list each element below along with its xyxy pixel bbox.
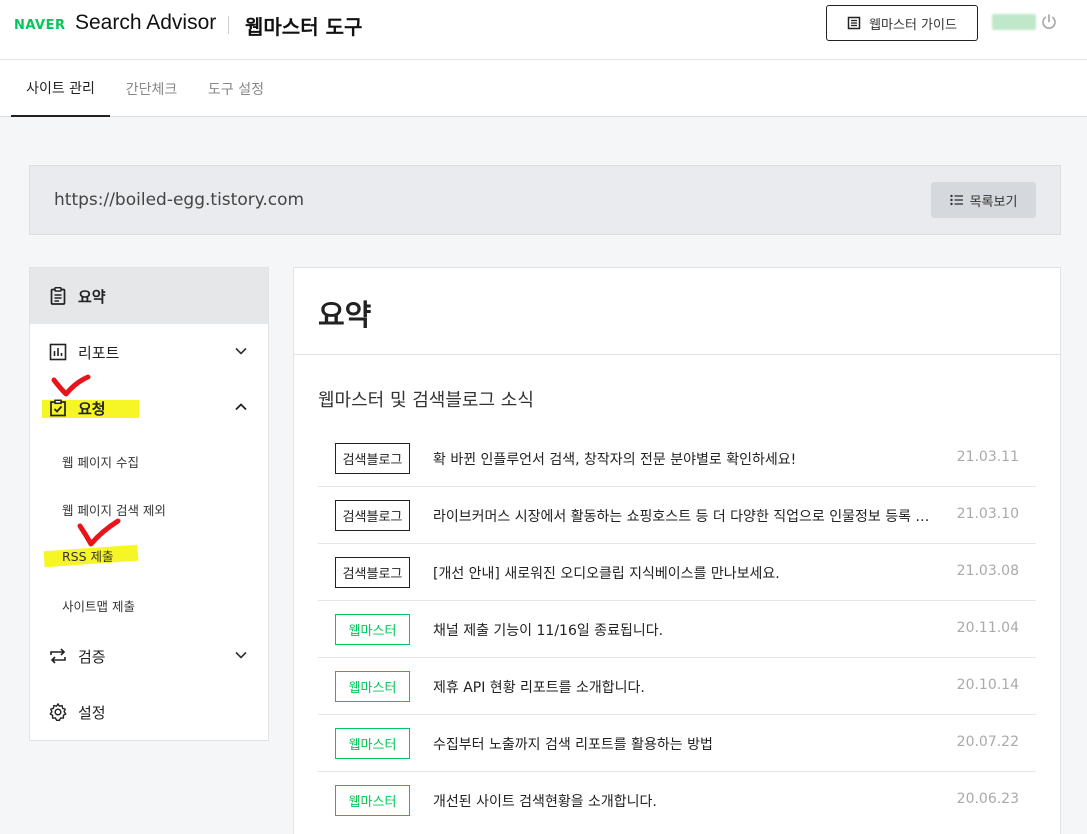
sidebar-item-request[interactable]: 요청 bbox=[30, 380, 268, 436]
repeat-icon bbox=[50, 648, 66, 664]
guide-button-label: 웹마스터 가이드 bbox=[869, 17, 957, 33]
news-badge: 웹마스터 bbox=[335, 614, 410, 645]
news-row[interactable]: 웹마스터 수집부터 노출까지 검색 리포트를 활용하는 방법 20.07.22 bbox=[318, 715, 1036, 772]
sidebar-item-report[interactable]: 리포트 bbox=[30, 324, 268, 380]
page-title: 요약 bbox=[318, 298, 372, 332]
webmaster-page: NAVER Search Advisor 웹마스터 도구 웹마스터 가이드 사이… bbox=[0, 0, 1087, 834]
news-link[interactable]: 확 바뀐 인플루언서 검색, 창작자의 전문 분야별로 확인하세요! bbox=[433, 449, 933, 469]
site-url-bar: https://boiled-egg.tistory.com 목록보기 bbox=[29, 165, 1061, 235]
list-view-label: 목록보기 bbox=[969, 194, 1018, 210]
sidebar-item-label: 검증 bbox=[78, 647, 106, 666]
news-row[interactable]: 웹마스터 제휴 API 현황 리포트를 소개합니다. 20.10.14 bbox=[318, 658, 1036, 715]
sidebar-item-verify[interactable]: 검증 bbox=[30, 628, 268, 684]
list-icon bbox=[949, 194, 963, 206]
webmaster-guide-button[interactable]: 웹마스터 가이드 bbox=[826, 5, 978, 41]
chevron-down-icon bbox=[235, 347, 247, 355]
user-account[interactable] bbox=[992, 14, 1036, 30]
chevron-up-icon bbox=[235, 403, 247, 411]
tab-simple-check[interactable]: 간단체크 bbox=[113, 60, 190, 117]
news-date: 20.11.04 bbox=[956, 620, 1019, 636]
news-row[interactable]: 검색블로그 [개선 안내] 새로워진 오디오클립 지식베이스를 만나보세요. 2… bbox=[318, 544, 1036, 601]
clipboard-icon bbox=[50, 287, 66, 305]
news-date: 20.10.14 bbox=[956, 677, 1019, 693]
chart-icon bbox=[49, 343, 67, 361]
news-date: 21.03.11 bbox=[956, 449, 1019, 465]
page-app-title: 웹마스터 도구 bbox=[245, 15, 363, 39]
news-badge: 웹마스터 bbox=[335, 671, 410, 702]
sidebar-sub-web-collect[interactable]: 웹 페이지 수집 bbox=[62, 452, 139, 471]
news-date: 21.03.10 bbox=[956, 506, 1019, 522]
news-link[interactable]: 라이브커머스 시장에서 활동하는 쇼핑호스트 등 더 다양한 직업으로 인물정보… bbox=[433, 506, 933, 526]
news-badge: 웹마스터 bbox=[335, 785, 410, 816]
sidebar-sub-search-exclude[interactable]: 웹 페이지 검색 제외 bbox=[62, 500, 166, 519]
logo-divider bbox=[228, 16, 229, 34]
guide-document-icon bbox=[847, 16, 861, 30]
top-header: NAVER Search Advisor 웹마스터 도구 웹마스터 가이드 bbox=[0, 0, 1087, 60]
news-date: 20.06.23 bbox=[956, 791, 1019, 807]
logout-power-icon[interactable] bbox=[1040, 13, 1058, 31]
news-link[interactable]: 채널 제출 기능이 11/16일 종료됩니다. bbox=[433, 620, 933, 640]
news-badge: 웹마스터 bbox=[335, 728, 410, 759]
sidebar: 요약 리포트 요청 웹 페이지 수집 웹 페이지 검색 제외 RSS 제출 사이… bbox=[29, 267, 269, 741]
news-link[interactable]: 수집부터 노출까지 검색 리포트를 활용하는 방법 bbox=[433, 734, 933, 754]
sidebar-sub-rss-submit[interactable]: RSS 제출 bbox=[62, 546, 114, 565]
news-badge: 검색블로그 bbox=[335, 443, 410, 474]
news-date: 21.03.08 bbox=[956, 563, 1019, 579]
main-tabs: 사이트 관리 간단체크 도구 설정 bbox=[0, 60, 1087, 117]
news-link[interactable]: 개선된 사이트 검색현황을 소개합니다. bbox=[433, 791, 933, 811]
news-date: 20.07.22 bbox=[956, 734, 1019, 750]
summary-panel: 요약 웹마스터 및 검색블로그 소식 검색블로그 확 바뀐 인플루언서 검색, … bbox=[293, 267, 1061, 834]
sidebar-item-settings[interactable]: 설정 bbox=[30, 684, 268, 740]
site-url: https://boiled-egg.tistory.com bbox=[54, 190, 305, 210]
naver-logo[interactable]: NAVER bbox=[14, 18, 66, 33]
sidebar-item-label: 요약 bbox=[78, 287, 106, 306]
title-divider bbox=[294, 354, 1060, 355]
gear-icon bbox=[49, 703, 67, 722]
news-badge: 검색블로그 bbox=[335, 557, 410, 588]
sidebar-item-summary[interactable]: 요약 bbox=[30, 268, 268, 324]
tab-tool-settings[interactable]: 도구 설정 bbox=[196, 60, 276, 117]
sidebar-item-label: 요청 bbox=[78, 399, 106, 418]
sidebar-item-label: 리포트 bbox=[78, 343, 120, 362]
tab-site-management[interactable]: 사이트 관리 bbox=[11, 60, 110, 117]
search-advisor-logo[interactable]: Search Advisor bbox=[75, 11, 216, 35]
news-section-title: 웹마스터 및 검색블로그 소식 bbox=[318, 390, 534, 411]
sidebar-sub-sitemap-submit[interactable]: 사이트맵 제출 bbox=[62, 596, 135, 615]
news-link[interactable]: 제휴 API 현황 리포트를 소개합니다. bbox=[433, 677, 933, 697]
list-view-button[interactable]: 목록보기 bbox=[931, 182, 1036, 218]
checkbox-icon bbox=[50, 399, 66, 417]
sidebar-item-label: 설정 bbox=[78, 703, 106, 722]
news-row[interactable]: 웹마스터 개선된 사이트 검색현황을 소개합니다. 20.06.23 bbox=[318, 772, 1036, 829]
news-link[interactable]: [개선 안내] 새로워진 오디오클립 지식베이스를 만나보세요. bbox=[433, 563, 933, 583]
news-row[interactable]: 웹마스터 채널 제출 기능이 11/16일 종료됩니다. 20.11.04 bbox=[318, 601, 1036, 658]
chevron-down-icon bbox=[235, 651, 247, 659]
news-badge: 검색블로그 bbox=[335, 500, 410, 531]
news-row[interactable]: 검색블로그 확 바뀐 인플루언서 검색, 창작자의 전문 분야별로 확인하세요!… bbox=[318, 430, 1036, 487]
news-row[interactable]: 검색블로그 라이브커머스 시장에서 활동하는 쇼핑호스트 등 더 다양한 직업으… bbox=[318, 487, 1036, 544]
